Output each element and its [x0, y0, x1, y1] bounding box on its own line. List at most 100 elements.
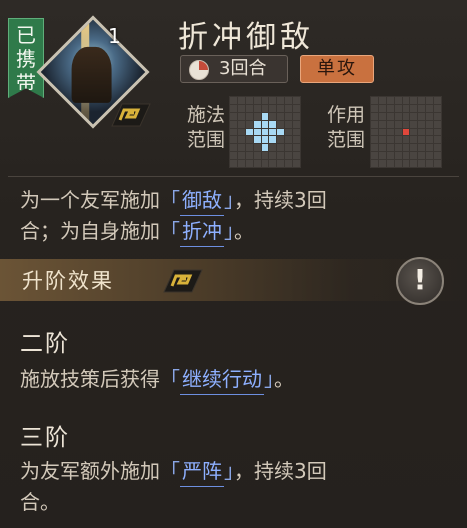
range-cell	[394, 128, 402, 136]
range-cell	[293, 120, 300, 128]
turns-text: 3回合	[219, 58, 267, 79]
range-cell	[237, 128, 245, 136]
range-cell	[245, 152, 253, 160]
range-cell	[410, 160, 418, 167]
range-cell	[277, 136, 285, 144]
range-cell	[230, 120, 237, 128]
term-continue-action[interactable]: 继续行动	[180, 364, 264, 395]
turns-badge: 3回合	[180, 55, 288, 83]
range-cell	[371, 120, 378, 128]
range-cell	[285, 97, 293, 104]
range-cell	[261, 136, 269, 144]
term-open-bracket: 「	[160, 367, 180, 391]
range-cell	[410, 112, 418, 120]
range-cell	[253, 136, 261, 144]
range-cell	[245, 112, 253, 120]
skill-description: 为一个友军施加「 御敌 」，持续3回 合；为自身施加「 折冲」。	[20, 185, 447, 247]
range-cell	[230, 152, 237, 160]
range-cell	[418, 144, 426, 152]
range-cell	[418, 136, 426, 144]
attack-type-badge: 单攻	[300, 55, 374, 83]
portrait-figure	[71, 46, 112, 103]
cast-range-label: 施法 范围	[184, 103, 228, 153]
range-cell	[378, 144, 386, 152]
range-cell	[230, 128, 237, 136]
effect-range-label: 作用 范围	[324, 103, 368, 153]
range-cell	[237, 112, 245, 120]
range-cell	[237, 120, 245, 128]
range-cell	[253, 112, 261, 120]
range-cell	[426, 104, 434, 112]
range-cell	[261, 112, 269, 120]
range-cell	[261, 160, 269, 167]
desc-text: 为一个友军施加	[20, 188, 160, 212]
range-cell	[378, 152, 386, 160]
term-yudi[interactable]: 御敌	[180, 185, 224, 216]
range-cell	[371, 160, 378, 167]
range-cell	[285, 112, 293, 120]
range-cell	[261, 152, 269, 160]
range-cell	[230, 160, 237, 167]
range-cell	[269, 112, 277, 120]
range-cell	[285, 144, 293, 152]
range-cell	[253, 97, 261, 104]
cast-range-label-line: 施法	[186, 104, 225, 126]
range-cell	[277, 104, 285, 112]
range-cell	[237, 104, 245, 112]
range-cell	[253, 120, 261, 128]
range-cell	[293, 97, 300, 104]
stage2-description: 施放技策后获得「 继续行动」。	[20, 364, 447, 395]
range-cell	[277, 112, 285, 120]
range-cell	[394, 112, 402, 120]
range-cell	[418, 160, 426, 167]
range-cell	[293, 128, 300, 136]
range-cell	[394, 120, 402, 128]
term-open-bracket: 「	[160, 188, 180, 212]
range-cell	[386, 160, 394, 167]
range-cell	[285, 136, 293, 144]
term-zhechong[interactable]: 折冲	[180, 216, 224, 247]
range-cell	[418, 104, 426, 112]
range-cell	[394, 97, 402, 104]
upgrade-info-button[interactable]: !	[396, 257, 444, 305]
range-cell	[237, 136, 245, 144]
range-cell	[245, 120, 253, 128]
range-cell	[386, 136, 394, 144]
range-cell	[378, 120, 386, 128]
range-cell	[418, 120, 426, 128]
range-cell	[418, 128, 426, 136]
range-cell	[410, 120, 418, 128]
range-cell	[402, 128, 410, 136]
range-cell	[426, 136, 434, 144]
range-cell	[402, 104, 410, 112]
range-cell	[293, 104, 300, 112]
range-cell	[269, 144, 277, 152]
range-cell	[394, 136, 402, 144]
range-cell	[402, 144, 410, 152]
range-cell	[426, 120, 434, 128]
knot-emblem-icon	[108, 100, 152, 130]
range-cell	[394, 144, 402, 152]
cast-range-label-line: 范围	[186, 129, 225, 151]
range-cell	[410, 128, 418, 136]
range-cell	[418, 152, 426, 160]
range-cell	[293, 112, 300, 120]
range-cell	[237, 144, 245, 152]
term-yanzhen[interactable]: 严阵	[180, 456, 224, 487]
term-close-bracket: 」	[264, 367, 274, 391]
desc-text: 。	[234, 219, 254, 243]
range-cell	[410, 97, 418, 104]
divider	[8, 176, 459, 177]
range-cell	[371, 128, 378, 136]
range-cell	[434, 112, 441, 120]
range-cell	[386, 128, 394, 136]
range-cell	[378, 112, 386, 120]
range-cell	[371, 97, 378, 104]
range-cell	[418, 97, 426, 104]
desc-text: 为友军额外施加	[20, 459, 160, 483]
range-cell	[402, 120, 410, 128]
range-cell	[261, 97, 269, 104]
stage3-title: 三阶	[20, 425, 70, 451]
range-cell	[434, 136, 441, 144]
range-cell	[285, 160, 293, 167]
